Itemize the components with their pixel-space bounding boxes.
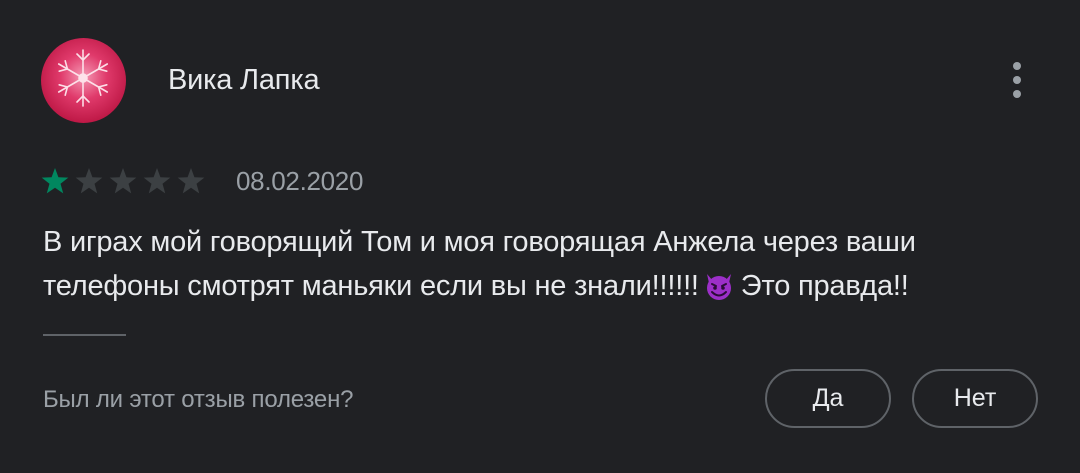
no-button[interactable]: Нет: [912, 369, 1038, 428]
star-empty-icon: [143, 168, 171, 194]
author-name: Вика Лапка: [168, 64, 320, 96]
more-options-button[interactable]: [1000, 57, 1034, 103]
review-text: В играх мой говорящий Том и моя говоряща…: [43, 220, 1033, 314]
star-empty-icon: [75, 168, 103, 194]
review-text-line: В играх мой говорящий Том и моя говоряща…: [43, 226, 916, 258]
more-vert-icon: [1013, 62, 1021, 70]
review-text-segment: Это правда!!: [740, 270, 909, 302]
smiling-devil-emoji-icon: [703, 270, 735, 314]
yes-button[interactable]: Да: [765, 369, 891, 428]
star-rating: [41, 168, 205, 194]
review-text-segment: телефоны смотрят маньяки если вы не знал…: [43, 270, 699, 302]
star-empty-icon: [109, 168, 137, 194]
helpful-question: Был ли этот отзыв полезен?: [43, 386, 354, 413]
more-vert-icon-dot: [1013, 76, 1021, 84]
snowflake-avatar-icon: [41, 38, 126, 123]
star-empty-icon: [177, 168, 205, 194]
avatar: [41, 38, 126, 123]
review-date: 08.02.2020: [236, 166, 364, 196]
star-filled-icon: [41, 168, 69, 194]
review-text-line: телефоны смотрят маньяки если вы не знал…: [43, 264, 1033, 314]
divider: [43, 334, 126, 336]
more-vert-icon-dot: [1013, 90, 1021, 98]
